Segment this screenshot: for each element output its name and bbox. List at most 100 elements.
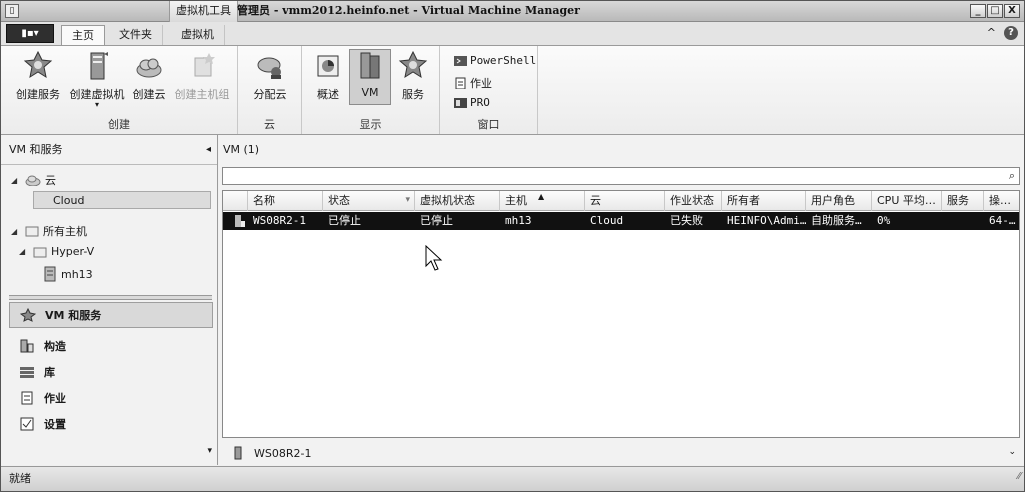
window-title: 管理员 - vmm2012.heinfo.net - Virtual Machi… <box>237 4 580 17</box>
column-header-name[interactable]: 名称 <box>248 191 323 211</box>
help-icon[interactable]: ? <box>1004 26 1018 40</box>
details-pane[interactable]: WS08R2-1 ⌄ <box>222 441 1020 465</box>
tab-folder[interactable]: 文件夹 <box>109 25 163 45</box>
tab-home[interactable]: 主页 <box>61 25 105 46</box>
cloud-icon <box>25 175 41 186</box>
cell-status: 已停止 <box>328 214 361 227</box>
column-header-status[interactable]: 状态 ▾ <box>323 191 415 211</box>
table-row[interactable]: WS08R2-1 已停止 已停止 mh13 Cloud 已失败 HEINFO\A… <box>223 212 1019 230</box>
jobs-clipboard-icon <box>455 77 466 89</box>
expand-arrow-icon[interactable]: ◢ <box>19 247 29 256</box>
column-header-icon[interactable] <box>223 191 248 211</box>
chevron-down-icon[interactable]: ▾ <box>207 446 212 456</box>
create-host-group-button[interactable]: 创建主机组 <box>171 50 233 102</box>
resize-grip-icon[interactable]: ⁄⁄ <box>1018 465 1021 489</box>
column-header-user-role[interactable]: 用户角色 <box>806 191 872 211</box>
vm-view-button[interactable]: VM <box>349 49 391 105</box>
assign-cloud-button[interactable]: 分配云 <box>250 50 290 102</box>
library-icon <box>20 367 34 378</box>
application-menu-button[interactable]: ▮▪▾ <box>6 24 54 43</box>
vm-server-icon <box>234 446 242 460</box>
minimize-button[interactable]: _ <box>970 4 986 18</box>
chevron-down-icon[interactable]: ⌄ <box>1008 447 1016 457</box>
service-gear-icon <box>398 50 428 79</box>
pane-splitter[interactable] <box>9 295 212 300</box>
tab-virtual-machine[interactable]: 虚拟机 <box>171 25 225 45</box>
assign-cloud-icon <box>257 57 281 79</box>
window-controls: _ □ X <box>970 4 1020 18</box>
column-header-os[interactable]: 操… <box>984 191 1019 211</box>
vm-row-icon <box>228 212 246 230</box>
tree-node-clouds[interactable]: ◢ 云 <box>11 172 56 188</box>
ribbon-group-show: 概述 VM 服务 显示 <box>302 46 440 134</box>
column-header-cloud[interactable]: 云 <box>585 191 665 211</box>
title-bar: ▯ 虚拟机工具 管理员 - vmm2012.heinfo.net - Virtu… <box>1 1 1024 22</box>
group-label-cloud: 云 <box>264 118 275 131</box>
vm-server-icon <box>360 52 380 79</box>
pro-icon <box>454 97 467 108</box>
vm-grid: 名称 状态 ▾ 虚拟机状态 主机 ▲ 云 作业状态 所有者 用户角色 CPU 平均…… <box>222 190 1020 438</box>
column-header-cpu[interactable]: CPU 平均… <box>872 191 942 211</box>
column-header-owner[interactable]: 所有者 <box>722 191 806 211</box>
close-button[interactable]: X <box>1004 4 1020 18</box>
maximize-button[interactable]: □ <box>987 4 1003 18</box>
ribbon-group-window: PowerShell 作业 PRO 窗口 <box>440 46 538 134</box>
system-menu-icon[interactable]: ▯ <box>5 4 19 18</box>
settings-checkbox-icon <box>20 417 34 431</box>
overview-button[interactable]: 概述 <box>312 50 344 102</box>
cell-user-role: 自助服务… <box>811 214 862 227</box>
ribbon-group-create: 创建服务 创建虚拟机 ▾ 创建云 创建主机组 创建 <box>1 46 238 134</box>
main-content: VM (1) ⌕ 名称 状态 ▾ 虚拟机状态 主机 ▲ 云 作业状态 所有者 用户角… <box>219 135 1024 465</box>
workspace-library[interactable]: 库 <box>9 359 213 385</box>
ribbon-group-cloud: 分配云 云 <box>238 46 302 134</box>
pro-button[interactable]: PRO <box>454 96 490 109</box>
navigation-footer: ▾ <box>1 441 217 465</box>
search-input[interactable]: ⌕ <box>222 167 1020 185</box>
jobs-button[interactable]: 作业 <box>454 75 492 91</box>
navigation-header: VM 和服务 ◂ <box>1 135 217 165</box>
details-vm-name: WS08R2-1 <box>254 446 312 460</box>
workspace-fabric[interactable]: 构造 <box>9 333 213 359</box>
workspace-vms-services[interactable]: VM 和服务 <box>9 302 213 328</box>
column-header-host[interactable]: 主机 ▲ <box>500 191 585 211</box>
service-view-button[interactable]: 服务 <box>396 50 430 102</box>
create-cloud-button[interactable]: 创建云 <box>129 50 169 102</box>
folder-icon <box>25 226 39 237</box>
fabric-icon <box>20 339 34 353</box>
create-vm-button[interactable]: 创建虚拟机 ▾ <box>67 50 127 109</box>
cell-cloud: Cloud <box>590 214 624 227</box>
collapse-pane-icon[interactable]: ◂ <box>206 135 211 165</box>
collapse-ribbon-icon[interactable]: ^ <box>987 26 996 40</box>
column-header-vm-state[interactable]: 虚拟机状态 <box>415 191 500 211</box>
server-icon <box>90 52 108 80</box>
host-group-icon <box>194 53 215 77</box>
workspace-settings[interactable]: 设置 <box>9 411 213 437</box>
navigation-title: VM 和服务 <box>9 143 63 156</box>
search-icon[interactable]: ⌕ <box>1009 169 1015 183</box>
tree-node-hyperv[interactable]: ◢ Hyper-V <box>19 245 94 258</box>
host-server-icon <box>44 266 56 282</box>
cell-host: mh13 <box>505 214 532 227</box>
service-gear-icon <box>23 50 53 79</box>
tree-node-all-hosts[interactable]: ◢ 所有主机 <box>11 223 87 239</box>
vms-services-icon <box>20 308 36 322</box>
expand-arrow-icon[interactable]: ◢ <box>11 227 21 236</box>
cell-owner: HEINFO\Admi… <box>727 214 806 227</box>
overview-chart-icon <box>317 55 339 77</box>
folder-icon <box>33 247 47 257</box>
group-label-show: 显示 <box>359 118 382 131</box>
column-header-service[interactable]: 服务 <box>942 191 984 211</box>
filter-arrow-icon[interactable]: ▾ <box>405 191 410 210</box>
tree-item-cloud[interactable]: Cloud <box>53 194 84 207</box>
workspace-jobs[interactable]: 作业 <box>9 385 213 411</box>
expand-arrow-icon[interactable]: ◢ <box>11 176 21 185</box>
powershell-button[interactable]: PowerShell <box>454 54 536 67</box>
cloud-icon <box>136 58 162 78</box>
dropdown-arrow-icon[interactable]: ▾ <box>67 101 127 109</box>
ribbon: 创建服务 创建虚拟机 ▾ 创建云 创建主机组 创建 分配云 云 概述 VM 服务… <box>1 45 1024 135</box>
status-bar: 就绪 ⁄⁄ <box>1 466 1024 491</box>
column-header-job-status[interactable]: 作业状态 <box>665 191 722 211</box>
create-service-button[interactable]: 创建服务 <box>13 50 63 102</box>
cell-os: 64-… <box>989 214 1016 227</box>
tree-node-host-mh13[interactable]: mh13 <box>43 266 93 282</box>
